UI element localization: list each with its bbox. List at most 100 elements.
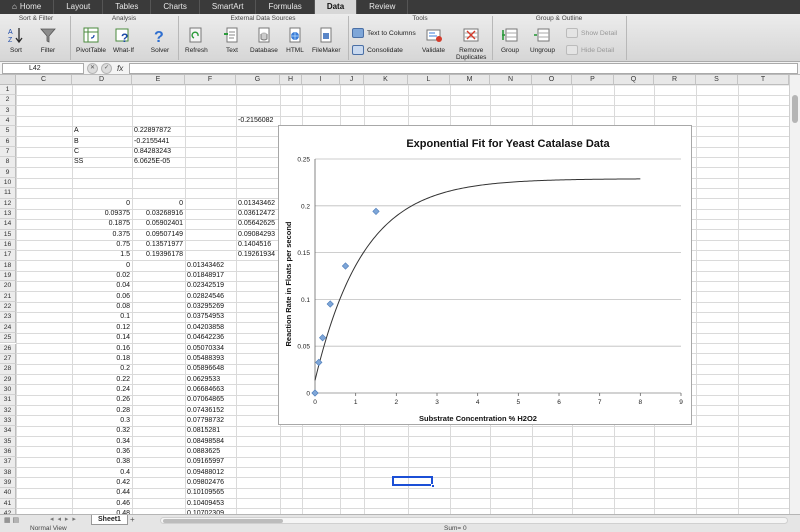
vertical-scroll-thumb[interactable] <box>792 95 798 123</box>
column-header-g[interactable]: G <box>236 75 280 85</box>
column-header-i[interactable]: I <box>302 75 340 85</box>
fit-d-cell[interactable]: 0.38 <box>72 457 130 467</box>
row-header-29[interactable]: 29 <box>0 374 16 385</box>
horizontal-scroll-thumb[interactable] <box>163 519 283 523</box>
fit-d-cell[interactable]: 0.16 <box>72 344 130 354</box>
sort-button[interactable]: AZ Sort <box>6 25 26 54</box>
fit-d-cell[interactable]: 0.2 <box>72 364 130 374</box>
fit-f-cell[interactable]: 0.05070334 <box>187 344 224 354</box>
row-header-1[interactable]: 1 <box>0 85 16 96</box>
param-value-cell[interactable]: 0.22897872 <box>134 126 171 136</box>
column-header-h[interactable]: H <box>280 75 302 85</box>
fit-f-cell[interactable]: 0.09802476 <box>187 478 224 488</box>
param-label-cell[interactable]: C <box>74 147 79 157</box>
fit-d-cell[interactable]: 0.3 <box>72 416 130 426</box>
row-header-6[interactable]: 6 <box>0 136 16 148</box>
fit-d-cell[interactable]: 0.18 <box>72 354 130 364</box>
cancel-icon[interactable]: ✕ <box>87 62 98 74</box>
confirm-icon[interactable]: ✓ <box>101 62 112 74</box>
row-header-3[interactable]: 3 <box>0 105 16 116</box>
sheet-tab-sheet1[interactable]: Sheet1 <box>91 515 128 525</box>
data-e-cell[interactable]: 0.05902401 <box>132 219 183 229</box>
row-header-39[interactable]: 39 <box>0 477 16 489</box>
data-d-cell[interactable]: 0.1875 <box>72 219 130 229</box>
data-g-cell[interactable]: 0.01343462 <box>238 199 275 209</box>
html-button[interactable]: HTML <box>285 25 305 54</box>
row-header-20[interactable]: 20 <box>0 281 16 292</box>
fit-d-cell[interactable]: 0.04 <box>72 281 130 291</box>
row-header-36[interactable]: 36 <box>0 446 16 458</box>
scatter-chart[interactable]: Exponential Fit for Yeast Catalase Data 0… <box>278 125 692 425</box>
text-to-columns-button[interactable]: Text to Columns <box>352 28 416 38</box>
remove-duplicates-button[interactable]: Remove Duplicates <box>456 25 486 61</box>
fx-icon[interactable]: fx <box>117 64 123 73</box>
param-value-cell[interactable]: 0.84283243 <box>134 147 171 157</box>
row-header-25[interactable]: 25 <box>0 333 16 344</box>
pivottable-button[interactable]: PivotTable <box>76 25 106 54</box>
solver-button[interactable]: ? Solver <box>150 25 170 54</box>
column-header-s[interactable]: S <box>696 75 738 85</box>
param-label-cell[interactable]: SS <box>74 157 83 167</box>
row-header-26[interactable]: 26 <box>0 343 16 354</box>
row-header-11[interactable]: 11 <box>0 188 16 199</box>
fit-d-cell[interactable]: 0.34 <box>72 437 130 447</box>
row-header-4[interactable]: 4 <box>0 116 16 127</box>
fit-d-cell[interactable]: 0.14 <box>72 333 130 343</box>
consolidate-button[interactable]: Consolidate <box>352 45 403 55</box>
fit-f-cell[interactable]: 0.0629533 <box>187 375 220 385</box>
add-sheet-button[interactable]: + <box>130 515 135 524</box>
data-e-cell[interactable]: 0.19396178 <box>132 250 183 260</box>
row-header-37[interactable]: 37 <box>0 457 16 468</box>
fit-f-cell[interactable]: 0.01343462 <box>187 261 224 271</box>
param-value-cell[interactable]: -0.2155441 <box>134 137 169 147</box>
cell-g4[interactable]: -0.2156082 <box>238 116 273 126</box>
fit-f-cell[interactable]: 0.06684663 <box>187 385 224 395</box>
row-header-34[interactable]: 34 <box>0 426 16 437</box>
row-header-12[interactable]: 12 <box>0 198 16 210</box>
fit-d-cell[interactable]: 0.26 <box>72 395 130 405</box>
tab-tables[interactable]: Tables <box>103 0 152 14</box>
row-header-5[interactable]: 5 <box>0 126 16 137</box>
data-e-cell[interactable]: 0.13571977 <box>132 240 183 250</box>
row-header-33[interactable]: 33 <box>0 415 16 427</box>
view-buttons[interactable]: ▦ ▤ <box>4 516 19 524</box>
column-header-f[interactable]: F <box>185 75 236 85</box>
data-d-cell[interactable]: 0.75 <box>72 240 130 250</box>
fit-d-cell[interactable]: 0.08 <box>72 302 130 312</box>
row-header-18[interactable]: 18 <box>0 260 16 272</box>
formula-input[interactable] <box>129 62 798 74</box>
fit-d-cell[interactable]: 0.02 <box>72 271 130 281</box>
name-box[interactable]: L42 <box>2 62 84 74</box>
row-header-10[interactable]: 10 <box>0 178 16 189</box>
tab-home[interactable]: ⌂ Home <box>0 0 55 14</box>
row-header-24[interactable]: 24 <box>0 322 16 334</box>
data-e-cell[interactable]: 0.09507149 <box>132 230 183 240</box>
fit-f-cell[interactable]: 0.0815281 <box>187 426 220 436</box>
fit-d-cell[interactable]: 0.1 <box>72 312 130 322</box>
what-if-button[interactable]: ? What-If <box>113 25 134 54</box>
row-header-21[interactable]: 21 <box>0 291 16 303</box>
tab-smartart[interactable]: SmartArt <box>200 0 257 14</box>
select-all-corner[interactable] <box>0 75 16 85</box>
row-header-28[interactable]: 28 <box>0 364 16 375</box>
fit-f-cell[interactable]: 0.09165997 <box>187 457 224 467</box>
refresh-button[interactable]: Refresh <box>185 25 208 54</box>
fit-d-cell[interactable]: 0.36 <box>72 447 130 457</box>
data-d-cell[interactable]: 0 <box>72 199 130 209</box>
fit-f-cell[interactable]: 0.10109565 <box>187 488 224 498</box>
fit-d-cell[interactable]: 0.46 <box>72 499 130 509</box>
param-value-cell[interactable]: 6.0625E-05 <box>134 157 170 167</box>
fit-f-cell[interactable]: 0.07064865 <box>187 395 224 405</box>
data-d-cell[interactable]: 0.375 <box>72 230 130 240</box>
fit-d-cell[interactable]: 0.4 <box>72 468 130 478</box>
text-import-button[interactable]: Text <box>222 25 242 54</box>
column-header-n[interactable]: N <box>490 75 532 85</box>
column-header-l[interactable]: L <box>408 75 450 85</box>
filter-button[interactable]: Filter <box>38 25 58 54</box>
fit-f-cell[interactable]: 0.07436152 <box>187 406 224 416</box>
fill-handle[interactable] <box>431 484 435 488</box>
data-e-cell[interactable]: 0 <box>132 199 183 209</box>
fit-d-cell[interactable]: 0 <box>72 261 130 271</box>
data-e-cell[interactable]: 0.03268916 <box>132 209 183 219</box>
horizontal-scrollbar[interactable] <box>160 517 788 524</box>
